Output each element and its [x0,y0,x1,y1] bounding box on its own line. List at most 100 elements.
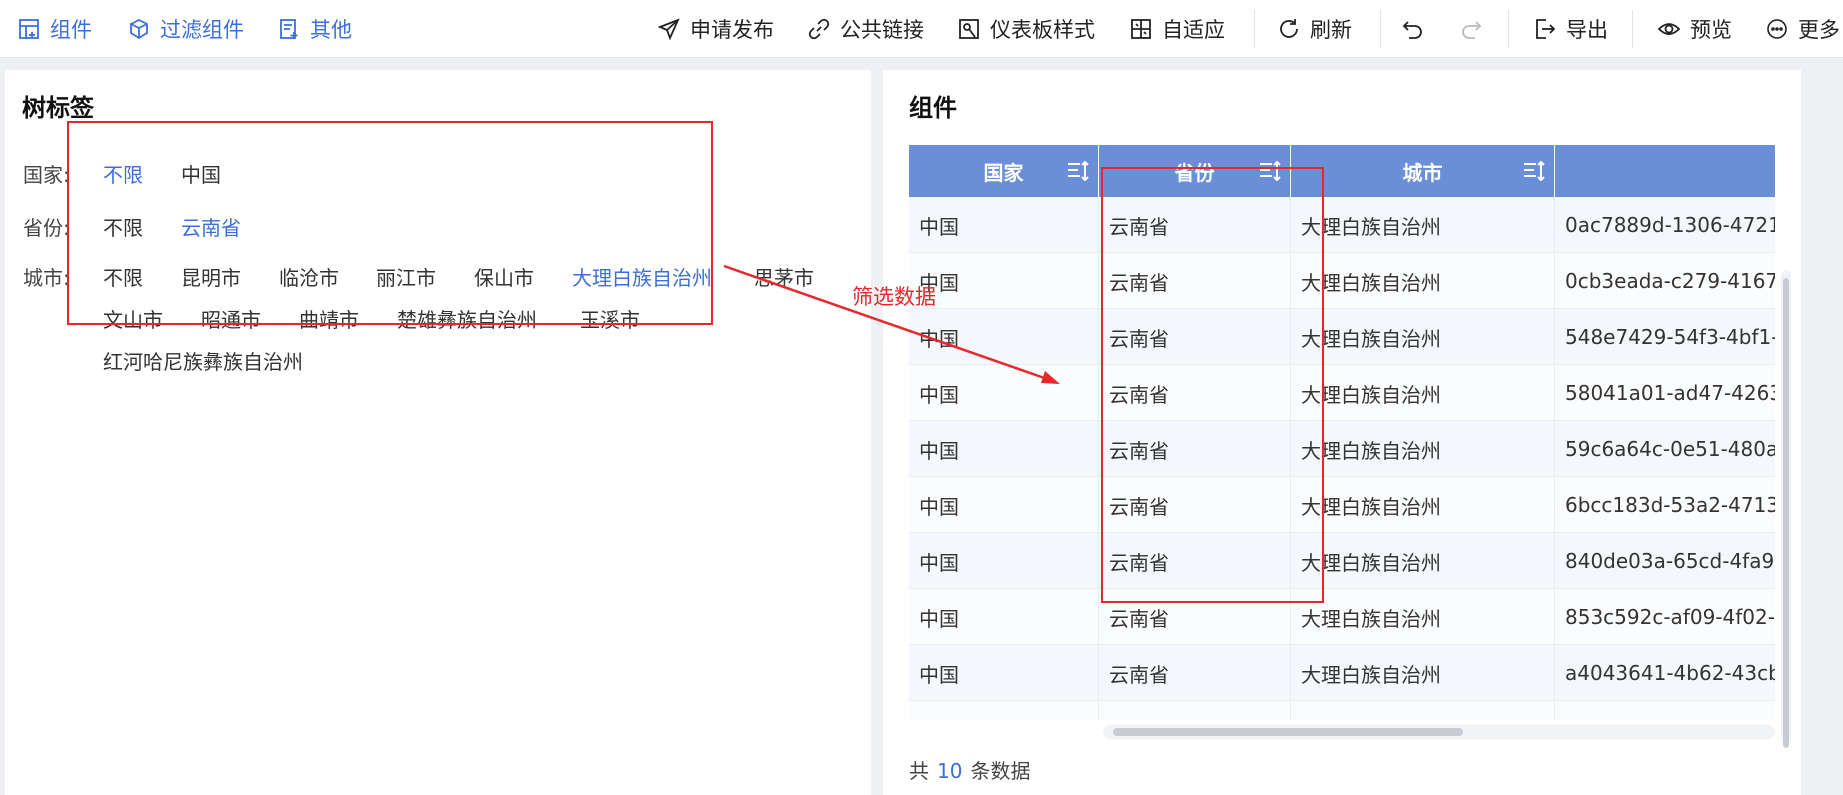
cell-province: 云南省 [1099,421,1291,477]
export-icon [1532,16,1558,42]
cell-city: 大理白族自治州 [1291,197,1555,253]
cell-id: 0cb3eada-c279-4167-b [1565,269,1775,293]
preview-label: 预览 [1690,18,1732,42]
table-row[interactable]: 中国 云南省 大理白族自治州 59c6a64c-0e51-480a-9 [909,421,1775,477]
undo-icon [1400,16,1426,42]
toolbar-divider [1508,10,1509,48]
redo-button[interactable] [1458,0,1484,58]
table-row[interactable]: 中国云南省大理白族自治州 58041a01-ad47-4263-b [909,365,1775,421]
filter-option[interactable]: 楚雄彝族自治州 [397,304,537,333]
cell-id: 59c6a64c-0e51-480a-9 [1565,437,1775,461]
filter-option[interactable]: 昆明市 [181,262,241,291]
sort-icon[interactable] [1522,159,1546,183]
column-header-label: 国家 [983,160,1024,185]
filter-option[interactable]: 保山市 [474,262,534,291]
table-row[interactable]: 中国 云南省 大理白族自治州 840de03a-65cd-4fa9-8 [909,533,1775,589]
dashboard-style-button[interactable]: 仪表板样式 [956,0,1095,58]
cell-city: 大理白族自治州 [1291,701,1555,720]
filter-option[interactable]: 红河哈尼族彝族自治州 [103,346,303,375]
filter-option[interactable]: 临沧市 [279,262,339,291]
cell-city: 大理白族自治州 [1291,533,1555,589]
cell-country: 中国 [909,197,1099,253]
table-row[interactable]: 中国云南省大理白族自治州 0ac7889d-1306-4721-a [909,197,1775,253]
filter-option[interactable]: 丽江市 [376,262,436,291]
filter-option[interactable]: 玉溪市 [580,304,640,333]
adaptive-button[interactable]: 自适应 [1128,0,1225,58]
dashboard-style-icon [956,16,982,42]
sort-icon[interactable] [1066,159,1090,183]
cell-city: 大理白族自治州 [1291,421,1555,477]
filter-label-city: 城市: [23,266,70,290]
apply-publish-label: 申请发布 [690,18,774,42]
table-row[interactable]: 中国云南省大理白族自治州 853c592c-af09-4f02-9a [909,589,1775,645]
column-header-country[interactable]: 国家 [909,145,1099,197]
scrollbar-thumb[interactable] [1113,728,1463,736]
cell-city: 大理白族自治州 [1291,477,1555,533]
cell-province: 云南省 [1099,253,1291,309]
cell-id: 853c592c-af09-4f02-9a [1565,605,1775,629]
component-panel: 组件 国家 省份 城市 中国 云南省 大理白族自治州 0ac7889d-1306-47… [883,70,1801,795]
add-component-button[interactable]: 组件 [16,0,92,58]
cell-city: 大理白族自治州 [1291,645,1555,701]
cell-country: 中国 [909,309,1099,365]
filter-option[interactable]: 云南省 [181,212,241,241]
filter-option[interactable]: 大理白族自治州 [572,262,712,291]
preview-icon [1656,16,1682,42]
refresh-button[interactable]: 刷新 [1276,0,1352,58]
cell-id: a4043641-4b62-43cb-b [1565,661,1775,685]
table-row[interactable]: 中国云南省大理白族自治州 a4043641-4b62-43cb-b [909,645,1775,701]
cell-id: 840de03a-65cd-4fa9-8 [1565,549,1775,573]
cell-id: 58041a01-ad47-4263-b [1565,381,1775,405]
public-link-button[interactable]: 公共链接 [806,0,924,58]
cell-country: 中国 [909,365,1099,421]
vertical-scrollbar[interactable] [1781,270,1791,748]
toolbar: 组件 过滤组件 其他 申请发布 公共链接 仪表板样式 自适应 刷新 导出 预览 … [0,0,1843,58]
cell-id [1555,701,1775,720]
table-row[interactable]: 中国 云南省 大理白族自治州 0cb3eada-c279-4167-b [909,253,1775,309]
cell-country: 中国 [909,477,1099,533]
cell-country: 中国 [909,589,1099,645]
other-button[interactable]: 其他 [276,0,352,58]
filter-option[interactable]: 不限 [103,262,143,291]
table-row[interactable]: 中国云南省大理白族自治州 6bcc183d-53a2-4713-8 [909,477,1775,533]
cell-city: 大理白族自治州 [1291,589,1555,645]
adaptive-label: 自适应 [1162,18,1225,42]
cell-country: 中国 [909,533,1099,589]
preview-button[interactable]: 预览 [1656,0,1732,58]
sort-icon[interactable] [1258,159,1282,183]
filter-component-label: 过滤组件 [160,18,244,42]
table-header: 国家 省份 城市 [909,145,1775,197]
refresh-label: 刷新 [1310,18,1352,42]
column-header-id[interactable] [1555,145,1775,197]
redo-icon [1458,16,1484,42]
filter-label-province: 省份: [23,216,70,240]
table-row[interactable]: 中国云南省大理白族自治州 [909,701,1775,720]
export-button[interactable]: 导出 [1532,0,1608,58]
column-header-city[interactable]: 城市 [1291,145,1555,197]
filter-option[interactable]: 中国 [181,159,221,188]
toolbar-divider [1254,10,1255,48]
cell-country: 中国 [909,421,1099,477]
cell-id: 6bcc183d-53a2-4713-8 [1565,493,1775,517]
filter-component-button[interactable]: 过滤组件 [126,0,244,58]
filter-option[interactable]: 思茅市 [754,262,814,291]
filter-option[interactable]: 昭通市 [201,304,261,333]
more-button[interactable]: 更多 [1764,0,1840,58]
horizontal-scrollbar[interactable] [1103,725,1775,739]
cell-country: 中国 [909,253,1099,309]
column-header-province[interactable]: 省份 [1099,145,1291,197]
filter-option[interactable]: 曲靖市 [299,304,359,333]
scrollbar-thumb[interactable] [1783,278,1789,748]
other-icon [276,16,302,42]
cell-city: 大理白族自治州 [1291,309,1555,365]
undo-button[interactable] [1400,0,1426,58]
filter-option[interactable]: 不限 [103,212,143,241]
filter-option[interactable]: 文山市 [103,304,163,333]
table-row[interactable]: 中国 云南省 大理白族自治州 548e7429-54f3-4bf1-8 [909,309,1775,365]
dashboard-style-label: 仪表板样式 [990,18,1095,42]
apply-publish-button[interactable]: 申请发布 [656,0,774,58]
other-label: 其他 [310,18,352,42]
column-header-label: 省份 [1174,160,1215,185]
panel-title: 组件 [909,94,957,122]
filter-option[interactable]: 不限 [103,159,143,188]
